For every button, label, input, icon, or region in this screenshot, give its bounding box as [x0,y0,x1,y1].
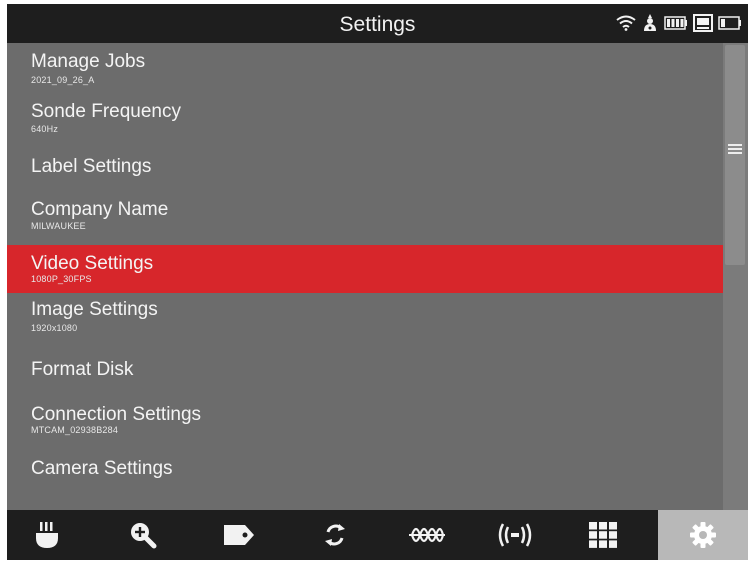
menu-item-value: 640Hz [31,124,59,134]
settings-gear-icon [690,522,716,548]
grid-icon [589,522,617,548]
storage-icon [693,13,713,37]
grip-line [728,148,742,150]
menu-item-label: Connection Settings [31,404,202,425]
camera-head-icon [36,522,58,548]
person-lamp-icon [641,13,659,37]
menu-item-image-settings[interactable]: Image Settings 1920x1080 [7,293,723,345]
menu-item-value: 1080P_30FPS [31,274,92,284]
menu-item-label: Image Settings [31,299,158,320]
menu-item-label: Sonde Frequency [31,101,181,122]
menu-item-label: Manage Jobs [31,51,146,72]
menu-item-label: Label Settings [31,156,152,177]
zoom-in-button[interactable] [103,510,183,560]
rotate-icon [325,524,345,546]
menu-item-value: 1920x1080 [31,323,78,333]
settings-button[interactable] [658,510,748,560]
bottom-toolbar [7,510,748,560]
settings-list: Manage Jobs 2021_09_26_A Sonde Frequency… [7,43,723,510]
waveform-button[interactable] [387,510,467,560]
menu-item-label: Company Name [31,199,169,220]
menu-item-value: 2021_09_26_A [31,75,95,85]
battery-outline-icon [718,15,742,35]
menu-item-connection-settings[interactable]: Connection Settings MTCAM_02938B284 [7,395,723,447]
status-icons [616,13,742,37]
scroll-thumb[interactable] [725,45,745,265]
menu-item-company-name[interactable]: Company Name MILWAUKEE [7,192,723,243]
zoom-in-icon [131,523,157,549]
settings-screen: Settings Manage Jobs 2021_09_26_A Sonde … [7,4,748,560]
menu-item-sonde-frequency[interactable]: Sonde Frequency 640Hz [7,92,723,142]
menu-item-format-disk[interactable]: Format Disk [7,345,723,395]
tag-icon [224,525,254,545]
menu-item-video-settings[interactable]: Video Settings 1080P_30FPS [7,245,723,293]
sonde-button[interactable] [475,510,555,560]
menu-item-value: MILWAUKEE [31,221,86,231]
grid-button[interactable] [563,510,643,560]
rotate-button[interactable] [295,510,375,560]
menu-item-label-settings[interactable]: Label Settings [7,142,723,192]
menu-item-label: Format Disk [31,359,134,380]
waveform-icon [409,527,445,543]
scrollbar[interactable] [723,43,748,510]
battery-icon [664,15,688,35]
grip-line [728,152,742,154]
grip-line [728,144,742,146]
menu-item-camera-settings[interactable]: Camera Settings [7,447,723,497]
menu-item-label: Video Settings [31,253,154,274]
menu-item-value: MTCAM_02938B284 [31,425,119,435]
menu-item-label: Camera Settings [31,458,173,479]
wifi-icon [616,15,636,36]
sonde-icon [498,523,532,547]
title-bar: Settings [7,4,748,43]
tag-button[interactable] [199,510,279,560]
menu-item-manage-jobs[interactable]: Manage Jobs 2021_09_26_A [7,43,723,92]
camera-head-button[interactable] [7,510,87,560]
